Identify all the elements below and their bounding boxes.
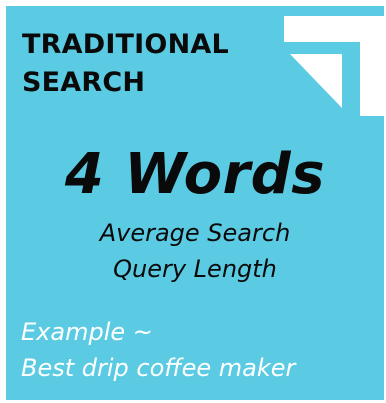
trademark-mark: TM [373,104,382,111]
stat-caption: Average Search Query Length [6,215,384,287]
example-line1: Example ~ [21,318,153,346]
card-heading: TRADITIONAL SEARCH [22,26,229,102]
card-heading-line2: SEARCH [22,67,146,98]
stat-caption-line2: Query Length [113,255,277,283]
example-line2: Best drip coffee maker [21,354,296,382]
stat-card: TRADITIONAL SEARCH TM 4 Words Average Se… [6,6,384,400]
card-heading-line1: TRADITIONAL [22,29,229,60]
chevron-arrows-logo-icon [284,16,384,116]
stat-value: 4 Words [64,142,326,207]
stat-caption-line1: Average Search [99,219,291,247]
example-text: Example ~ Best drip coffee maker [21,314,295,386]
